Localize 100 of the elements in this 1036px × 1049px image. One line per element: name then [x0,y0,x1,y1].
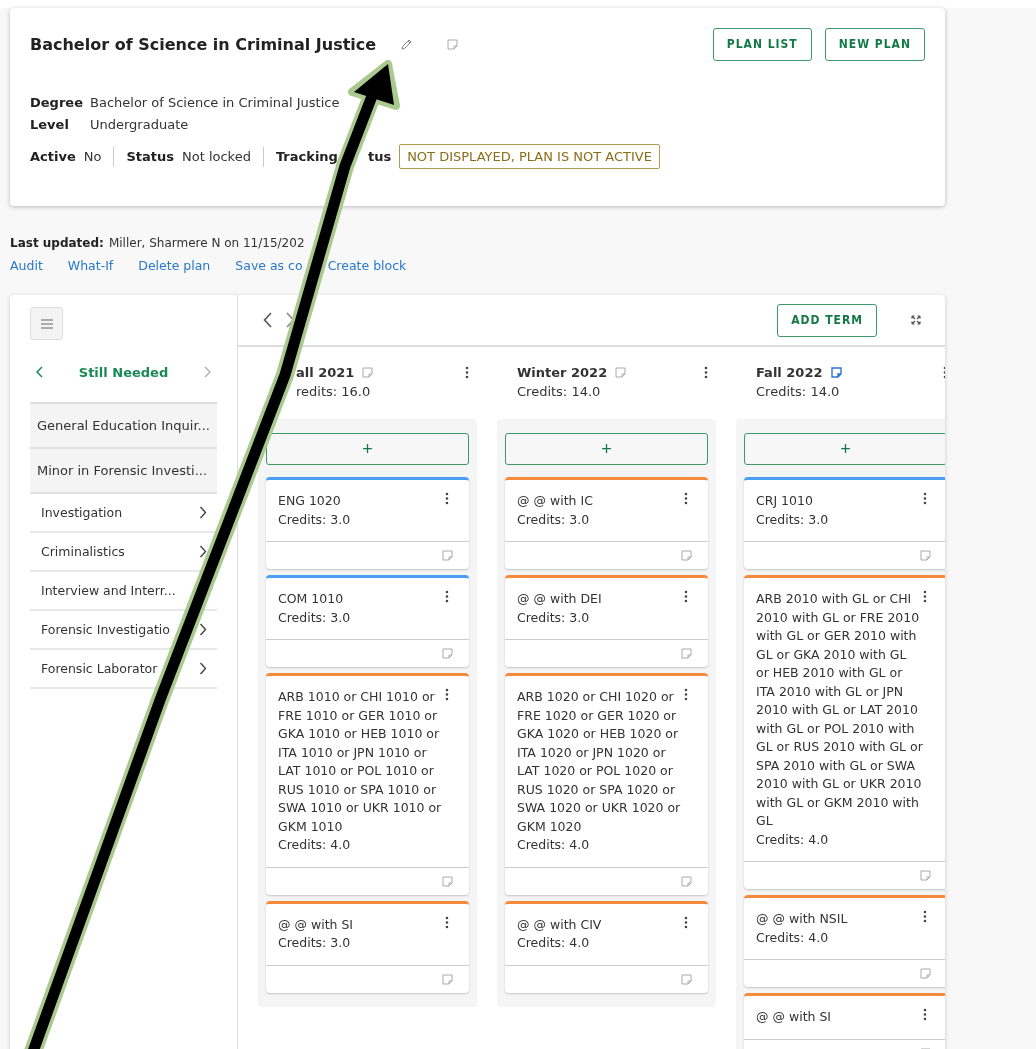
kebab-menu-icon[interactable] [923,910,927,923]
pencil-icon[interactable] [400,37,414,51]
course-card[interactable]: COM 1010 Credits: 3.0 [266,575,469,667]
sidebar-item-label: Criminalistics [41,544,125,559]
term-credits: Credits: 14.0 [517,384,602,399]
detail-label: Level [30,117,70,132]
course-card[interactable]: ARB 1020 or CHI 1020 or FRE 1020 or GER 1020 or GKA 1020 or HEB 1020 or ITA 1020 or JPN 1020 or LAT 1020 or POL 1020 or RUS 1020 or SPA 1020 or SWA 1020 or UKR 1020 or GKM 1020 Credits: 4.0 [505,673,708,895]
add-course-button[interactable]: + [505,433,708,465]
course-credits: Credits: 3.0 [278,510,352,529]
kebab-menu-icon[interactable] [923,492,927,505]
course-title: ARB 1010 or CHI 1010 or FRE 1010 or GER 1010 or GKA 1010 or HEB 1010 or ITA 1010 or JPN 1010 or LAT 1010 or POL 1010 or RUS 1010 or SPA 1010 or SWA 1010 or UKR 1010 or GKM 1010 [278,688,443,836]
course-title: ARB 1020 or CHI 1020 or FRE 1020 or GER 1020 or GKA 1020 or HEB 1020 or ITA 1020 or JPN 1020 or LAT 1020 or POL 1020 or RUS 1020 or SPA 1020 or SWA 1020 or UKR 1020 or GKM 1020 [517,688,682,836]
term-name: Fall 2022 [756,365,823,380]
expand-icon[interactable] [911,315,921,325]
kebab-menu-icon[interactable] [923,1008,927,1021]
course-title: COM 1010 [278,590,345,608]
chevron-right-icon [199,662,207,675]
kebab-menu-icon[interactable] [445,492,449,505]
kebab-menu-icon[interactable] [445,915,449,929]
outline-button[interactable]: NEW PLAN [824,27,925,61]
last-updated-label: Last updated: [10,236,104,250]
sidebar-item[interactable]: Forensic Investigatio [30,611,217,650]
status-label: Tracking [275,149,338,164]
sidebar-group[interactable]: Minor in Forensic Investi... [30,449,217,494]
course-credits: Credits: 4.0 [756,928,830,947]
kebab-menu-icon[interactable] [704,366,708,379]
term-name: Winter 2022 [517,365,608,380]
course-credits: Credits: 3.0 [517,608,591,627]
course-credits: Credits: 3.0 [756,510,830,529]
course-card[interactable]: @ @ with CIV Credits: 4.0 [505,900,708,993]
chevron-left-icon[interactable] [36,366,44,378]
course-credits: Credits: 4.0 [517,836,591,854]
course-title: ARB 2010 with GL or CHI 2010 with GL or FRE 2010 with GL or GER 2010 with GL or GKA 2010 with GL or HEB 2010 with GL or ITA 2010 with GL or JPN 2010 with GL or LAT 2010 with GL or POL 2010 with GL or RUS 2010 with GL or SPA 2010 with GL or SWA 2010 with GL or UKR 2010 with GL or GKM 2010 with GL [756,590,924,830]
term-name: all 2021 [295,365,355,380]
course-title: @ @ with NSIL [756,910,849,928]
chevron-right-icon [199,623,207,636]
term-credits: redits: 16.0 [295,384,372,399]
course-card[interactable]: @ @ with SI [744,993,945,1049]
course-credits: Credits: 4.0 [756,830,830,849]
course-card[interactable]: @ @ with DEI Credits: 3.0 [505,575,708,667]
sidebar-item[interactable]: Investigation [30,494,217,533]
note-icon[interactable] [830,367,842,378]
sidebar-item[interactable]: Interview and Interr... [30,572,217,611]
course-title: @ @ with CIV [517,915,603,934]
action-link[interactable]: What-If [67,258,114,273]
add-course-button[interactable]: + [744,433,945,465]
kebab-menu-icon[interactable] [923,590,927,603]
kebab-menu-icon[interactable] [465,366,469,379]
add-term-button[interactable]: ADD TERM [777,303,877,337]
status-value: Not locked [182,149,251,164]
sidebar-item-label: Forensic Investigatio [41,622,170,637]
action-link[interactable]: Create block [327,258,407,273]
detail-value: Undergraduate [90,117,189,132]
course-credits: Credits: 3.0 [517,510,591,529]
add-course-button[interactable]: + [266,433,469,465]
course-card[interactable]: CRJ 1010 Credits: 3.0 [744,477,945,569]
course-credits: Credits: 3.0 [278,934,352,952]
action-link[interactable]: Delete plan [138,258,211,273]
course-title: @ @ with SI [278,915,355,934]
course-card[interactable]: @ @ with IC Credits: 3.0 [505,477,708,569]
sidebar-item[interactable]: Criminalistics [30,533,217,572]
sidebar-item[interactable]: Forensic Laborator [30,650,217,689]
course-card[interactable] [744,575,945,889]
status-value: No [83,149,102,164]
status-label: Status [126,149,174,164]
course-card[interactable]: @ @ with SI Credits: 3.0 [266,900,469,993]
course-title: @ @ with DEI [517,590,603,608]
kebab-menu-icon[interactable] [684,590,688,603]
last-updated-value: Miller, Sharmere N on 11/15/202 [108,236,305,250]
chevron-right-icon [199,545,207,558]
chevron-left-icon[interactable] [263,312,273,328]
kebab-menu-icon[interactable] [684,688,688,701]
course-credits: Credits: 4.0 [517,934,591,952]
outline-button[interactable]: PLAN LIST [712,27,812,61]
status-label: Active [30,149,76,164]
kebab-menu-icon[interactable] [445,590,449,603]
course-title: @ @ with SI [756,1008,833,1026]
course-credits: Credits: 3.0 [278,608,352,627]
sidebar-item-label: Interview and Interr... [41,583,176,598]
status-badge: NOT DISPLAYED, PLAN IS NOT ACTIVE [399,144,660,169]
course-card[interactable]: ARB 1010 or CHI 1010 or FRE 1010 or GER 1010 or GKA 1010 or HEB 1010 or ITA 1010 or JPN 1010 or LAT 1010 or POL 1010 or RUS 1010 or SPA 1010 or SWA 1010 or UKR 1010 or GKM 1010 Credits: 4.0 [266,673,469,895]
status-label-fragment: tus [367,149,392,164]
sidebar-item-label: Investigation [41,505,123,520]
sidebar-title: Still Needed [78,364,169,380]
chevron-right-icon [199,506,207,519]
action-link[interactable]: Save as co [235,258,303,273]
kebab-menu-icon[interactable] [684,915,688,929]
chevron-right-icon[interactable] [285,312,295,328]
sidebar-group[interactable]: General Education Inquir... [30,404,217,449]
kebab-menu-icon[interactable] [445,688,449,701]
kebab-menu-icon[interactable] [684,492,688,505]
course-card[interactable]: @ @ with NSIL Credits: 4.0 [744,895,945,987]
course-card[interactable]: ENG 1020 Credits: 3.0 [266,477,469,569]
detail-value: Bachelor of Science in Criminal Justice [90,95,340,110]
course-title: CRJ 1010 [756,492,814,510]
action-link[interactable]: Audit [10,258,43,273]
course-credits: Credits: 4.0 [278,836,352,854]
sidebar-item-label: Forensic Laborator [41,661,158,676]
term-credits: Credits: 14.0 [756,384,841,399]
course-title: @ @ with IC [517,492,594,510]
